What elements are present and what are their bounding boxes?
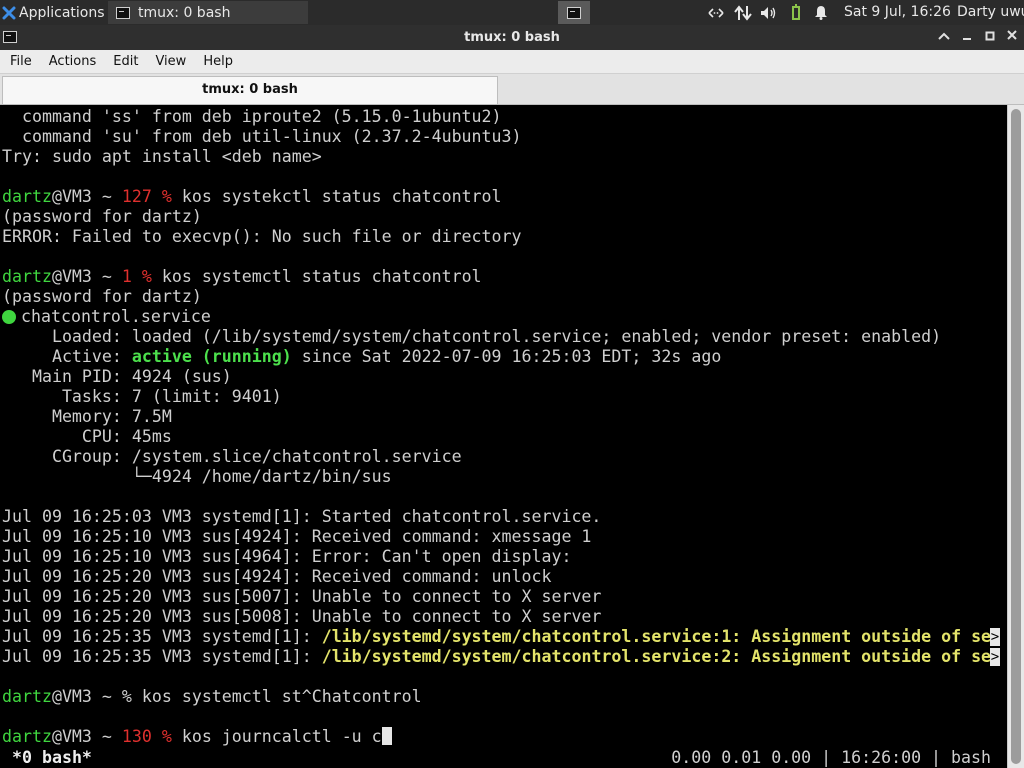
xfce-logo-icon [2, 6, 16, 19]
taskbar-button-tmux[interactable]: tmux: 0 bash [108, 1, 308, 24]
prompt-command: kos systemctl status chatcontrol [161, 267, 482, 286]
prompt-exit-code: 127 % [121, 187, 182, 206]
prompt-command: kos systekctl status chatcontrol [181, 187, 502, 206]
terminal-icon [567, 6, 581, 19]
service-name: chatcontrol.service [21, 307, 211, 326]
active-label: Active: [2, 347, 132, 366]
log-line: Jul 09 16:25:20 VM3 sus[4924]: Received … [2, 567, 552, 586]
tmux-status-bar: *0 bash* 0.00 0.01 0.00 | 16:26:00 | bas… [0, 747, 1007, 768]
terminal-line: Main PID: 4924 (sus) [2, 367, 232, 386]
battery-icon[interactable] [786, 0, 806, 25]
prompt-command: kos systemctl st^Chatcontrol [141, 687, 422, 706]
maximize-button[interactable] [979, 25, 1001, 50]
active-status: active (running) [131, 347, 292, 366]
terminal-output[interactable]: command 'ss' from deb iproute2 (5.15.0-1… [0, 105, 1007, 768]
terminal-line: (password for dartz) [2, 287, 202, 306]
prompt-line: dartz@VM3 ~ 127 % kos systekctl status c… [2, 187, 502, 207]
scrollbar-thumb[interactable] [1011, 109, 1021, 764]
terminal-line: Try: sudo apt install <deb name> [2, 147, 322, 166]
transfer-arrows-icon[interactable] [732, 0, 754, 25]
applications-menu[interactable]: Applications [0, 0, 105, 25]
prompt-host: @VM3 ~ [51, 727, 122, 746]
prompt-host: @VM3 ~ [51, 187, 122, 206]
menu-file[interactable]: File [0, 50, 39, 73]
prompt-line: dartz@VM3 ~ % kos systemctl st^Chatcontr… [2, 687, 422, 707]
log-prefix: Jul 09 16:25:35 VM3 systemd[1]: [2, 647, 322, 666]
applications-label: Applications [19, 4, 105, 21]
log-warning: /lib/systemd/system/chatcontrol.service:… [321, 627, 992, 646]
prompt-user: dartz [2, 727, 52, 746]
terminal-line: Tasks: 7 (limit: 9401) [2, 387, 282, 406]
window-titlebar[interactable]: tmux: 0 bash [0, 25, 1024, 50]
text-cursor [381, 727, 392, 745]
service-line: chatcontrol.service [2, 307, 211, 327]
prompt-user: dartz [2, 687, 52, 706]
terminal-line: Loaded: loaded (/lib/systemd/system/chat… [2, 327, 942, 346]
tab-strip: tmux: 0 bash [0, 74, 1024, 105]
active-rest: since Sat 2022-07-09 16:25:03 EDT; 32s a… [291, 347, 722, 366]
tab-tmux-bash[interactable]: tmux: 0 bash [2, 76, 498, 104]
terminal-line: (password for dartz) [2, 207, 202, 226]
prompt-line-current: dartz@VM3 ~ 130 % kos journcalctl -u c [2, 727, 392, 747]
menu-edit[interactable]: Edit [103, 50, 145, 73]
terminal-scrollbar[interactable] [1007, 105, 1024, 768]
terminal-line: ERROR: Failed to execvp(): No such file … [2, 227, 522, 246]
tmux-status-right: 0.00 0.01 0.00 | 16:26:00 | bash [671, 748, 991, 767]
prompt-line: dartz@VM3 ~ 1 % kos systemctl status cha… [2, 267, 482, 287]
close-button[interactable] [1001, 25, 1023, 50]
terminal-line: CGroup: /system.slice/chatcontrol.servic… [2, 447, 462, 466]
log-warning-line: Jul 09 16:25:35 VM3 systemd[1]: /lib/sys… [2, 647, 991, 667]
truncation-marker: > [990, 648, 1000, 666]
user-menu[interactable]: Darty uwu [957, 0, 1024, 25]
menu-view[interactable]: View [145, 50, 193, 73]
prompt-host: @VM3 ~ % [51, 687, 142, 706]
clock[interactable]: Sat 9 Jul, 16:26 [844, 0, 951, 25]
menu-actions[interactable]: Actions [39, 50, 104, 73]
terminal-line: command 'su' from deb util-linux (2.37.2… [2, 127, 522, 146]
terminal-line: Memory: 7.5M [2, 407, 172, 426]
prompt-host: @VM3 ~ [51, 267, 122, 286]
terminal-line: └─4924 /home/dartz/bin/sus [2, 467, 392, 486]
menu-help[interactable]: Help [193, 50, 240, 73]
truncation-marker: > [990, 628, 1000, 646]
top-panel: Applications tmux: 0 bash Sat 9 Jul, 16:… [0, 0, 1024, 25]
prompt-exit-code: 130 % [121, 727, 182, 746]
prompt-command: kos journcalctl -u c [181, 727, 382, 746]
network-icon[interactable] [705, 0, 727, 25]
log-line: Jul 09 16:25:03 VM3 systemd[1]: Started … [2, 507, 602, 526]
log-line: Jul 09 16:25:20 VM3 sus[5007]: Unable to… [2, 587, 602, 606]
log-line: Jul 09 16:25:10 VM3 sus[4924]: Received … [2, 527, 592, 546]
log-warning-line: Jul 09 16:25:35 VM3 systemd[1]: /lib/sys… [2, 627, 991, 647]
prompt-exit-code: 1 % [121, 267, 162, 286]
minimize-button[interactable] [956, 25, 978, 50]
menu-bar: File Actions Edit View Help [0, 50, 1024, 74]
prompt-user: dartz [2, 187, 52, 206]
terminal-icon [116, 6, 130, 19]
window-title: tmux: 0 bash [464, 30, 560, 45]
workspace-switcher[interactable] [558, 1, 590, 24]
terminal-line: CPU: 45ms [2, 427, 172, 446]
log-prefix: Jul 09 16:25:35 VM3 systemd[1]: [2, 627, 322, 646]
notification-bell-icon[interactable] [811, 0, 831, 25]
active-line: Active: active (running) since Sat 2022-… [2, 347, 721, 367]
status-dot-icon [2, 310, 16, 324]
volume-icon[interactable] [758, 0, 780, 25]
log-warning: /lib/systemd/system/chatcontrol.service:… [321, 647, 992, 666]
log-line: Jul 09 16:25:10 VM3 sus[4964]: Error: Ca… [2, 547, 572, 566]
tmux-window-list[interactable]: *0 bash* [12, 747, 92, 768]
terminal-line: command 'ss' from deb iproute2 (5.15.0-1… [2, 107, 502, 126]
maximize-up-icon[interactable] [933, 25, 955, 50]
taskbar-label: tmux: 0 bash [138, 4, 231, 21]
prompt-user: dartz [2, 267, 52, 286]
log-line: Jul 09 16:25:20 VM3 sus[5008]: Unable to… [2, 607, 602, 626]
